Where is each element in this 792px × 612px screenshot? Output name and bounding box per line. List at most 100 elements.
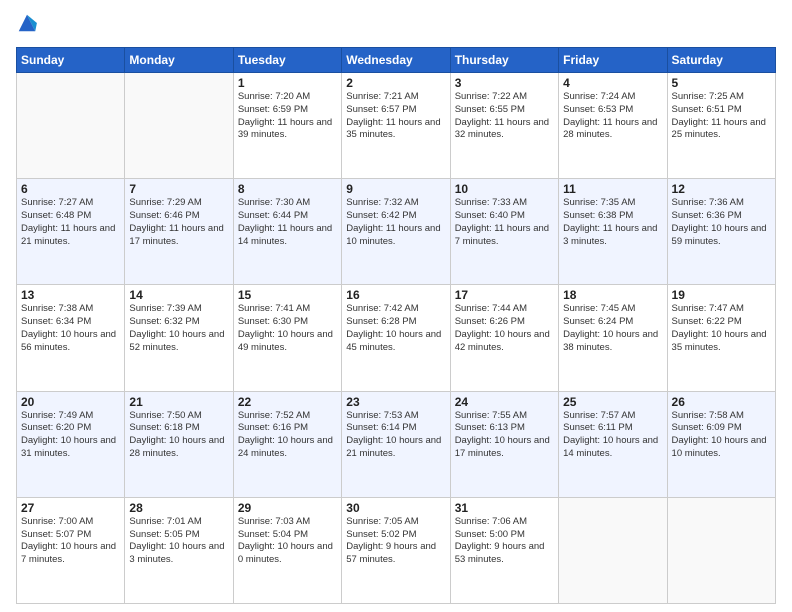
day-cell: 10Sunrise: 7:33 AMSunset: 6:40 PMDayligh… <box>450 179 558 285</box>
day-cell: 5Sunrise: 7:25 AMSunset: 6:51 PMDaylight… <box>667 73 775 179</box>
cell-sun-info: Sunrise: 7:57 AMSunset: 6:11 PMDaylight:… <box>563 410 662 461</box>
day-number: 28 <box>129 501 228 515</box>
day-cell <box>125 73 233 179</box>
cell-sun-info: Sunrise: 7:24 AMSunset: 6:53 PMDaylight:… <box>563 91 662 142</box>
col-header-monday: Monday <box>125 48 233 73</box>
cell-sun-info: Sunrise: 7:21 AMSunset: 6:57 PMDaylight:… <box>346 91 445 142</box>
day-number: 24 <box>455 395 554 409</box>
day-cell: 15Sunrise: 7:41 AMSunset: 6:30 PMDayligh… <box>233 285 341 391</box>
day-number: 22 <box>238 395 337 409</box>
cell-sun-info: Sunrise: 7:58 AMSunset: 6:09 PMDaylight:… <box>672 410 771 461</box>
cell-sun-info: Sunrise: 7:25 AMSunset: 6:51 PMDaylight:… <box>672 91 771 142</box>
day-cell: 22Sunrise: 7:52 AMSunset: 6:16 PMDayligh… <box>233 391 341 497</box>
day-cell <box>667 497 775 603</box>
day-cell: 25Sunrise: 7:57 AMSunset: 6:11 PMDayligh… <box>559 391 667 497</box>
day-cell: 19Sunrise: 7:47 AMSunset: 6:22 PMDayligh… <box>667 285 775 391</box>
logo <box>16 12 38 41</box>
day-number: 9 <box>346 182 445 196</box>
day-cell: 24Sunrise: 7:55 AMSunset: 6:13 PMDayligh… <box>450 391 558 497</box>
day-cell: 28Sunrise: 7:01 AMSunset: 5:05 PMDayligh… <box>125 497 233 603</box>
col-header-thursday: Thursday <box>450 48 558 73</box>
day-number: 18 <box>563 288 662 302</box>
day-number: 10 <box>455 182 554 196</box>
week-row-4: 20Sunrise: 7:49 AMSunset: 6:20 PMDayligh… <box>17 391 776 497</box>
cell-sun-info: Sunrise: 7:30 AMSunset: 6:44 PMDaylight:… <box>238 197 337 248</box>
day-cell: 20Sunrise: 7:49 AMSunset: 6:20 PMDayligh… <box>17 391 125 497</box>
day-cell: 17Sunrise: 7:44 AMSunset: 6:26 PMDayligh… <box>450 285 558 391</box>
cell-sun-info: Sunrise: 7:52 AMSunset: 6:16 PMDaylight:… <box>238 410 337 461</box>
day-number: 3 <box>455 76 554 90</box>
day-number: 12 <box>672 182 771 196</box>
cell-sun-info: Sunrise: 7:20 AMSunset: 6:59 PMDaylight:… <box>238 91 337 142</box>
day-number: 6 <box>21 182 120 196</box>
day-number: 25 <box>563 395 662 409</box>
day-cell: 8Sunrise: 7:30 AMSunset: 6:44 PMDaylight… <box>233 179 341 285</box>
cell-sun-info: Sunrise: 7:45 AMSunset: 6:24 PMDaylight:… <box>563 303 662 354</box>
day-number: 5 <box>672 76 771 90</box>
header <box>16 12 776 41</box>
day-number: 17 <box>455 288 554 302</box>
cell-sun-info: Sunrise: 7:00 AMSunset: 5:07 PMDaylight:… <box>21 516 120 567</box>
day-cell: 21Sunrise: 7:50 AMSunset: 6:18 PMDayligh… <box>125 391 233 497</box>
col-header-saturday: Saturday <box>667 48 775 73</box>
col-header-tuesday: Tuesday <box>233 48 341 73</box>
day-number: 8 <box>238 182 337 196</box>
day-cell: 27Sunrise: 7:00 AMSunset: 5:07 PMDayligh… <box>17 497 125 603</box>
cell-sun-info: Sunrise: 7:53 AMSunset: 6:14 PMDaylight:… <box>346 410 445 461</box>
week-row-1: 1Sunrise: 7:20 AMSunset: 6:59 PMDaylight… <box>17 73 776 179</box>
day-number: 27 <box>21 501 120 515</box>
col-header-friday: Friday <box>559 48 667 73</box>
day-cell <box>559 497 667 603</box>
cell-sun-info: Sunrise: 7:32 AMSunset: 6:42 PMDaylight:… <box>346 197 445 248</box>
day-cell: 3Sunrise: 7:22 AMSunset: 6:55 PMDaylight… <box>450 73 558 179</box>
day-cell: 12Sunrise: 7:36 AMSunset: 6:36 PMDayligh… <box>667 179 775 285</box>
week-row-5: 27Sunrise: 7:00 AMSunset: 5:07 PMDayligh… <box>17 497 776 603</box>
day-cell <box>17 73 125 179</box>
cell-sun-info: Sunrise: 7:35 AMSunset: 6:38 PMDaylight:… <box>563 197 662 248</box>
cell-sun-info: Sunrise: 7:29 AMSunset: 6:46 PMDaylight:… <box>129 197 228 248</box>
day-cell: 18Sunrise: 7:45 AMSunset: 6:24 PMDayligh… <box>559 285 667 391</box>
page: SundayMondayTuesdayWednesdayThursdayFrid… <box>0 0 792 612</box>
day-cell: 11Sunrise: 7:35 AMSunset: 6:38 PMDayligh… <box>559 179 667 285</box>
header-row: SundayMondayTuesdayWednesdayThursdayFrid… <box>17 48 776 73</box>
day-number: 14 <box>129 288 228 302</box>
cell-sun-info: Sunrise: 7:27 AMSunset: 6:48 PMDaylight:… <box>21 197 120 248</box>
cell-sun-info: Sunrise: 7:44 AMSunset: 6:26 PMDaylight:… <box>455 303 554 354</box>
cell-sun-info: Sunrise: 7:05 AMSunset: 5:02 PMDaylight:… <box>346 516 445 567</box>
calendar-table: SundayMondayTuesdayWednesdayThursdayFrid… <box>16 47 776 604</box>
cell-sun-info: Sunrise: 7:22 AMSunset: 6:55 PMDaylight:… <box>455 91 554 142</box>
cell-sun-info: Sunrise: 7:36 AMSunset: 6:36 PMDaylight:… <box>672 197 771 248</box>
day-number: 4 <box>563 76 662 90</box>
day-number: 13 <box>21 288 120 302</box>
cell-sun-info: Sunrise: 7:06 AMSunset: 5:00 PMDaylight:… <box>455 516 554 567</box>
week-row-2: 6Sunrise: 7:27 AMSunset: 6:48 PMDaylight… <box>17 179 776 285</box>
day-number: 31 <box>455 501 554 515</box>
cell-sun-info: Sunrise: 7:47 AMSunset: 6:22 PMDaylight:… <box>672 303 771 354</box>
day-number: 15 <box>238 288 337 302</box>
day-number: 21 <box>129 395 228 409</box>
day-cell: 7Sunrise: 7:29 AMSunset: 6:46 PMDaylight… <box>125 179 233 285</box>
logo-icon <box>16 12 38 34</box>
col-header-wednesday: Wednesday <box>342 48 450 73</box>
cell-sun-info: Sunrise: 7:49 AMSunset: 6:20 PMDaylight:… <box>21 410 120 461</box>
day-number: 19 <box>672 288 771 302</box>
day-cell: 16Sunrise: 7:42 AMSunset: 6:28 PMDayligh… <box>342 285 450 391</box>
cell-sun-info: Sunrise: 7:03 AMSunset: 5:04 PMDaylight:… <box>238 516 337 567</box>
cell-sun-info: Sunrise: 7:38 AMSunset: 6:34 PMDaylight:… <box>21 303 120 354</box>
cell-sun-info: Sunrise: 7:50 AMSunset: 6:18 PMDaylight:… <box>129 410 228 461</box>
day-cell: 14Sunrise: 7:39 AMSunset: 6:32 PMDayligh… <box>125 285 233 391</box>
day-cell: 4Sunrise: 7:24 AMSunset: 6:53 PMDaylight… <box>559 73 667 179</box>
day-number: 16 <box>346 288 445 302</box>
day-cell: 31Sunrise: 7:06 AMSunset: 5:00 PMDayligh… <box>450 497 558 603</box>
cell-sun-info: Sunrise: 7:42 AMSunset: 6:28 PMDaylight:… <box>346 303 445 354</box>
day-cell: 30Sunrise: 7:05 AMSunset: 5:02 PMDayligh… <box>342 497 450 603</box>
day-number: 7 <box>129 182 228 196</box>
day-number: 1 <box>238 76 337 90</box>
cell-sun-info: Sunrise: 7:41 AMSunset: 6:30 PMDaylight:… <box>238 303 337 354</box>
day-number: 11 <box>563 182 662 196</box>
day-number: 29 <box>238 501 337 515</box>
col-header-sunday: Sunday <box>17 48 125 73</box>
day-cell: 9Sunrise: 7:32 AMSunset: 6:42 PMDaylight… <box>342 179 450 285</box>
day-cell: 29Sunrise: 7:03 AMSunset: 5:04 PMDayligh… <box>233 497 341 603</box>
day-cell: 2Sunrise: 7:21 AMSunset: 6:57 PMDaylight… <box>342 73 450 179</box>
